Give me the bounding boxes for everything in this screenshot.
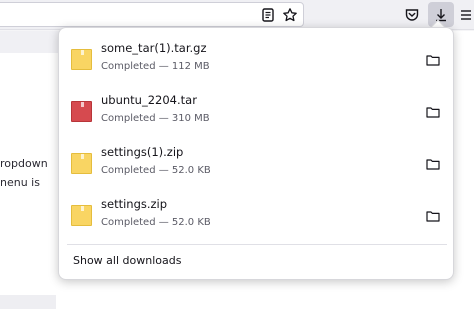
- pocket-icon[interactable]: [401, 4, 423, 26]
- package-file-icon: [71, 101, 92, 122]
- download-status: Completed — 310 MB: [101, 113, 210, 124]
- hamburger-menu-icon[interactable]: [455, 4, 474, 26]
- page-header-strip: [0, 31, 60, 53]
- open-folder-button[interactable]: [422, 205, 444, 227]
- download-filename: settings.zip: [101, 197, 168, 211]
- show-all-downloads-button[interactable]: Show all downloads: [67, 251, 447, 273]
- open-folder-button[interactable]: [422, 49, 444, 71]
- open-folder-button[interactable]: [422, 153, 444, 175]
- folder-icon: [426, 107, 440, 118]
- download-filename: settings(1).zip: [101, 145, 184, 159]
- panel-separator: [67, 244, 447, 245]
- archive-file-icon: [71, 205, 92, 226]
- folder-icon: [426, 55, 440, 66]
- downloads-panel: some_tar(1).tar.gz Completed — 112 MB ub…: [58, 27, 454, 280]
- download-arrow-icon: [436, 8, 446, 21]
- browser-toolbar: [0, 0, 474, 30]
- download-item[interactable]: some_tar(1).tar.gz Completed — 112 MB: [67, 36, 447, 86]
- download-filename: some_tar(1).tar.gz: [101, 41, 207, 55]
- download-status: Completed — 52.0 KB: [101, 217, 211, 228]
- archive-file-icon: [71, 153, 92, 174]
- reader-view-icon[interactable]: [257, 4, 279, 26]
- download-item[interactable]: settings(1).zip Completed — 52.0 KB: [67, 140, 447, 190]
- folder-icon: [426, 159, 440, 170]
- page-footer-strip: [0, 295, 56, 309]
- folder-icon: [426, 211, 440, 222]
- archive-file-icon: [71, 49, 92, 70]
- open-folder-button[interactable]: [422, 101, 444, 123]
- download-item[interactable]: settings.zip Completed — 52.0 KB: [67, 192, 447, 242]
- download-filename: ubuntu_2204.tar: [101, 93, 197, 107]
- page-text-line: ropdown: [0, 157, 48, 170]
- page-text-line: nenu is: [0, 176, 40, 189]
- download-item[interactable]: ubuntu_2204.tar Completed — 310 MB: [67, 88, 447, 138]
- download-status: Completed — 112 MB: [101, 61, 210, 72]
- download-status: Completed — 52.0 KB: [101, 165, 211, 176]
- bookmark-star-icon[interactable]: [279, 4, 301, 26]
